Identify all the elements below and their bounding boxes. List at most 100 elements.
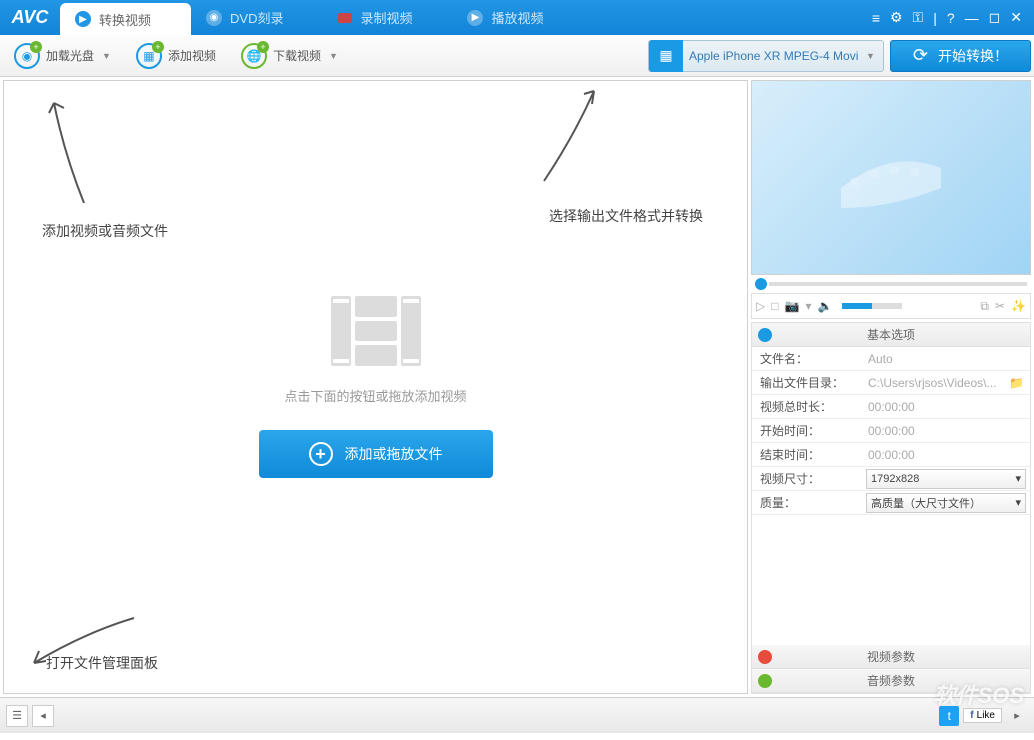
disc-icon: ◉+ (14, 43, 40, 69)
hint-select-output: 选择输出文件格式并转换 (549, 206, 703, 226)
option-value[interactable]: 00:00:00 (862, 448, 1030, 462)
option-video-size: 视频尺寸： 1792x828▾ (752, 467, 1030, 491)
button-label: 添加或拖放文件 (345, 444, 443, 464)
tab-dvd[interactable]: ◉ DVD刻录 (191, 0, 323, 35)
snapshot-icon[interactable]: 📷 (784, 299, 799, 313)
load-disc-button[interactable]: ◉+ 加载光盘 ▼ (3, 39, 122, 73)
film-reel-icon (831, 138, 951, 218)
wand-icon[interactable]: ✨ (1011, 299, 1026, 313)
volume-icon[interactable]: 🔈 (817, 299, 832, 313)
option-value: 00:00:00 (862, 400, 1030, 414)
main-area: 添加视频或音频文件 选择输出文件格式并转换 点击下面的按钮或拖放添加视频 + 添… (0, 77, 1034, 697)
options-panel: 基本选项 文件名： Auto 输出文件目录： C:\Users\rjsos\Vi… (751, 322, 1031, 694)
disc-icon: ◉ (206, 10, 222, 26)
chevron-down-icon: ▼ (858, 51, 883, 61)
status-bar: ☰ ◂ t f Like ▸ (0, 697, 1034, 733)
globe-icon (758, 328, 772, 342)
social-buttons: t f Like ▸ (939, 705, 1028, 727)
option-output-dir: 输出文件目录： C:\Users\rjsos\Videos\... 📁 (752, 371, 1030, 395)
option-duration: 视频总时长： 00:00:00 (752, 395, 1030, 419)
option-value[interactable]: 00:00:00 (862, 424, 1030, 438)
play-icon: ▶ (75, 11, 91, 27)
twitter-icon[interactable]: t (939, 706, 959, 726)
maximize-icon[interactable]: ◻ (989, 9, 1001, 26)
gear-icon[interactable]: ⚙ (890, 9, 903, 26)
facebook-like-button[interactable]: f Like (963, 708, 1002, 723)
header-label: 基本选项 (867, 326, 915, 343)
option-label: 视频尺寸： (752, 470, 862, 487)
option-label: 开始时间： (752, 422, 862, 439)
hint-open-panel: 打开文件管理面板 (46, 653, 158, 673)
option-filename: 文件名： Auto (752, 347, 1030, 371)
annotation-arrow (44, 93, 104, 203)
option-value[interactable]: Auto (862, 352, 1030, 366)
add-video-button[interactable]: ▦+ 添加视频 (125, 39, 227, 73)
slider-knob[interactable] (755, 278, 767, 290)
side-panel: ▷ □ 📷 ▾ 🔈 ⧉ ✂ ✨ 基本选项 文件名： Auto 输出文件目录： C… (751, 80, 1031, 694)
file-list-panel: 添加视频或音频文件 选择输出文件格式并转换 点击下面的按钮或拖放添加视频 + 添… (3, 80, 748, 694)
play-icon: ▶ (467, 10, 483, 26)
start-convert-button[interactable]: ⟳ 开始转换！ (890, 40, 1031, 72)
drop-hint-text: 点击下面的按钮或拖放添加视频 (284, 386, 466, 405)
loop-icon[interactable]: ⧉ (980, 299, 989, 314)
audio-icon (758, 674, 772, 688)
plus-icon: + (309, 442, 333, 466)
preview-seek-slider[interactable] (751, 275, 1031, 293)
expand-button[interactable]: ▸ (1006, 705, 1028, 727)
profile-text: Apple iPhone XR MPEG-4 Movie (*.m... (683, 49, 858, 63)
hint-add-files: 添加视频或音频文件 (42, 221, 168, 241)
menu-icon[interactable]: ≡ (872, 10, 880, 26)
size-select[interactable]: 1792x828▾ (866, 469, 1026, 489)
audio-params-header[interactable]: 音频参数 (752, 669, 1030, 693)
divider: | (933, 10, 937, 26)
tab-label: DVD刻录 (230, 8, 283, 27)
header-label: 视频参数 (867, 648, 915, 665)
preview-window (751, 80, 1031, 275)
option-label: 视频总时长： (752, 398, 862, 415)
device-icon: ▦ (649, 40, 683, 72)
play-icon[interactable]: ▷ (756, 299, 765, 313)
chevron-down-icon: ▼ (102, 51, 111, 61)
header-label: 音频参数 (867, 672, 915, 689)
add-or-drop-button[interactable]: + 添加或拖放文件 (259, 430, 493, 478)
tab-label: 转换视频 (99, 10, 151, 29)
slider-track (769, 282, 1027, 286)
folder-icon[interactable]: 📁 (1003, 376, 1030, 390)
record-icon (338, 13, 352, 23)
tab-play[interactable]: ▶ 播放视频 (452, 0, 583, 35)
option-value[interactable]: C:\Users\rjsos\Videos\... (862, 376, 1003, 390)
option-start-time: 开始时间： 00:00:00 (752, 419, 1030, 443)
option-label: 结束时间： (752, 446, 862, 463)
collapse-button[interactable]: ◂ (32, 705, 54, 727)
window-controls: ≡ ⚙ ⚿ | ? — ◻ ✕ (860, 0, 1034, 35)
title-bar: AVC ▶ 转换视频 ◉ DVD刻录 录制视频 ▶ 播放视频 ≡ ⚙ ⚿ | ?… (0, 0, 1034, 35)
quality-select[interactable]: 高质量（大尺寸文件）▾ (866, 493, 1026, 513)
close-icon[interactable]: ✕ (1010, 9, 1022, 26)
preview-controls: ▷ □ 📷 ▾ 🔈 ⧉ ✂ ✨ (751, 293, 1031, 319)
tab-record[interactable]: 录制视频 (323, 0, 452, 35)
cut-icon[interactable]: ✂ (995, 299, 1005, 313)
basic-options-header[interactable]: 基本选项 (752, 323, 1030, 347)
output-profile-selector[interactable]: ▦ Apple iPhone XR MPEG-4 Movie (*.m... ▼ (648, 40, 884, 72)
stop-icon[interactable]: □ (771, 299, 778, 313)
volume-slider[interactable] (842, 303, 902, 309)
button-label: 加载光盘 (46, 47, 94, 64)
chevron-down-icon: ▼ (329, 51, 338, 61)
option-quality: 质量： 高质量（大尺寸文件）▾ (752, 491, 1030, 515)
list-view-button[interactable]: ☰ (6, 705, 28, 727)
key-icon[interactable]: ⚿ (913, 9, 924, 26)
toolbar: ◉+ 加载光盘 ▼ ▦+ 添加视频 🌐+ 下载视频 ▼ ▦ Apple iPho… (0, 35, 1034, 77)
main-tabs: ▶ 转换视频 ◉ DVD刻录 录制视频 ▶ 播放视频 (60, 0, 860, 35)
option-label: 输出文件目录： (752, 374, 862, 391)
minimize-icon[interactable]: — (965, 10, 979, 26)
refresh-icon: ⟳ (913, 45, 928, 66)
download-video-button[interactable]: 🌐+ 下载视频 ▼ (230, 39, 349, 73)
help-icon[interactable]: ? (947, 10, 955, 26)
chevron-down-icon[interactable]: ▾ (805, 299, 811, 313)
app-logo: AVC (0, 0, 60, 35)
tab-label: 播放视频 (491, 8, 543, 27)
video-icon (758, 650, 772, 664)
tab-convert[interactable]: ▶ 转换视频 (60, 3, 191, 35)
video-params-header[interactable]: 视频参数 (752, 645, 1030, 669)
option-end-time: 结束时间： 00:00:00 (752, 443, 1030, 467)
